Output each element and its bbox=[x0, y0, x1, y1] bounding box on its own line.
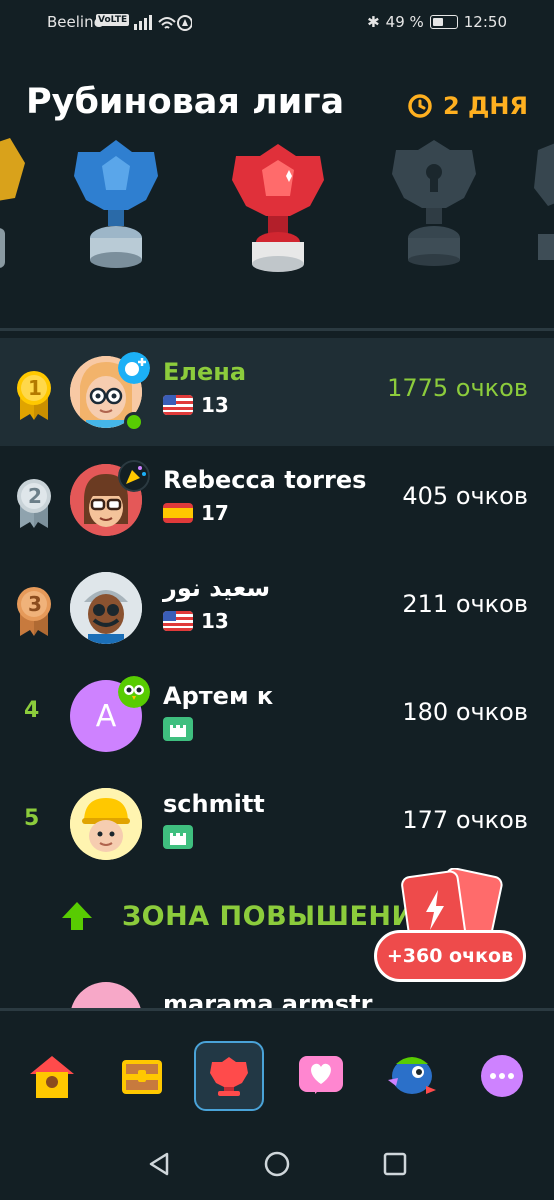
heart-icon bbox=[299, 1056, 343, 1094]
character-tab[interactable] bbox=[376, 1041, 446, 1111]
rank-number: 1 bbox=[28, 376, 42, 400]
player-meta: 13 bbox=[163, 393, 229, 417]
player-level: 13 bbox=[201, 393, 229, 417]
chest-icon bbox=[122, 1060, 162, 1094]
chest-tab[interactable] bbox=[107, 1041, 177, 1111]
leaderboard-row-2[interactable]: 2 Rebecca torres 17 405 очков bbox=[0, 446, 554, 554]
player-name: schmitt bbox=[163, 790, 265, 818]
leaderboard-row-1[interactable]: 1 Елена 13 1775 очков bbox=[0, 338, 554, 446]
avatar[interactable] bbox=[70, 788, 142, 860]
castle-icon bbox=[163, 825, 193, 849]
us-flag-icon bbox=[163, 611, 193, 631]
more-icon bbox=[481, 1055, 523, 1097]
leaderboard-row-3[interactable]: 3 سعيد نور 13 211 очков bbox=[0, 554, 554, 662]
online-status-dot bbox=[124, 412, 144, 432]
party-badge-icon bbox=[118, 460, 150, 492]
owl-badge-icon bbox=[118, 676, 150, 708]
locked-trophy-2-icon bbox=[534, 143, 554, 260]
trophy-icon bbox=[210, 1057, 248, 1096]
promotion-zone: ЗОНА ПОВЫШЕНИ bbox=[60, 900, 415, 932]
league-timer: 2 ДНЯ bbox=[407, 92, 528, 120]
back-icon[interactable] bbox=[145, 1150, 173, 1178]
recents-icon[interactable] bbox=[381, 1150, 409, 1178]
timer-label: 2 ДНЯ bbox=[443, 92, 528, 120]
more-tab[interactable] bbox=[467, 1041, 537, 1111]
player-name: Артем к bbox=[163, 682, 274, 710]
rank-number: 5 bbox=[24, 806, 40, 831]
player-meta: 17 bbox=[163, 501, 229, 525]
league-tab[interactable] bbox=[194, 1041, 264, 1111]
league-trophies bbox=[0, 128, 554, 288]
carrier-name: Beeline bbox=[47, 13, 103, 31]
es-flag-icon bbox=[163, 503, 193, 523]
avatar-letter: A bbox=[95, 698, 117, 734]
clock-time: 12:50 bbox=[463, 13, 507, 31]
sapphire-trophy-icon bbox=[74, 140, 158, 268]
house-icon bbox=[30, 1056, 74, 1098]
rank-number: 4 bbox=[24, 698, 40, 723]
bluetooth-icon: ✱ bbox=[367, 13, 380, 31]
promotion-label: ЗОНА ПОВЫШЕНИ bbox=[122, 900, 415, 932]
player-name: سعيد نور bbox=[163, 574, 271, 602]
home-tab[interactable] bbox=[17, 1041, 87, 1111]
player-meta bbox=[163, 825, 193, 849]
player-name: Елена bbox=[163, 358, 247, 386]
league-title: Рубиновая лига bbox=[26, 82, 345, 122]
leaderboard-row-4[interactable]: 4 A Артем к 180 очков bbox=[0, 662, 554, 770]
player-name: Rebecca torres bbox=[163, 466, 367, 494]
leaderboard-row-5[interactable]: 5 schmitt 177 очков bbox=[0, 770, 554, 878]
signal-icon bbox=[134, 15, 192, 31]
player-meta bbox=[163, 717, 193, 741]
section-divider bbox=[0, 328, 554, 331]
castle-icon bbox=[163, 717, 193, 741]
player-name: marama armstr bbox=[163, 990, 373, 1008]
player-level: 17 bbox=[201, 501, 229, 525]
player-score: 177 очков bbox=[402, 806, 528, 834]
player-score: 211 очков bbox=[402, 590, 528, 618]
system-nav-bar bbox=[0, 1130, 554, 1200]
rank-number: 2 bbox=[28, 484, 42, 508]
locked-trophy-icon bbox=[392, 140, 476, 266]
player-score: 1775 очков bbox=[387, 374, 528, 402]
home-icon[interactable] bbox=[263, 1150, 291, 1178]
bird-icon bbox=[388, 1057, 436, 1094]
rank-number: 3 bbox=[28, 592, 42, 616]
player-meta: 13 bbox=[163, 609, 229, 633]
arrow-up-icon bbox=[62, 902, 92, 930]
ruby-trophy-icon bbox=[232, 144, 324, 272]
bottom-tab-bar bbox=[0, 1008, 554, 1131]
bonus-points-pill[interactable]: +360 очков bbox=[374, 930, 526, 982]
gold-trophy-icon bbox=[0, 138, 25, 268]
hearts-tab[interactable] bbox=[286, 1041, 356, 1111]
avatar[interactable] bbox=[70, 572, 142, 644]
avatar bbox=[70, 982, 142, 1008]
battery-icon bbox=[429, 15, 458, 29]
player-score: 405 очков bbox=[402, 482, 528, 510]
battery-percent: 49 % bbox=[385, 13, 424, 31]
volte-badge: VoLTE bbox=[96, 14, 130, 26]
status-bar: Beeline VoLTE ✱ 49 % 12:50 bbox=[0, 0, 554, 44]
clock-icon bbox=[408, 94, 432, 118]
add-friend-badge-icon bbox=[118, 352, 150, 384]
leaderboard-row-6[interactable]: marama armstr bbox=[0, 978, 554, 1008]
us-flag-icon bbox=[163, 395, 193, 415]
player-score: 180 очков bbox=[402, 698, 528, 726]
player-level: 13 bbox=[201, 609, 229, 633]
